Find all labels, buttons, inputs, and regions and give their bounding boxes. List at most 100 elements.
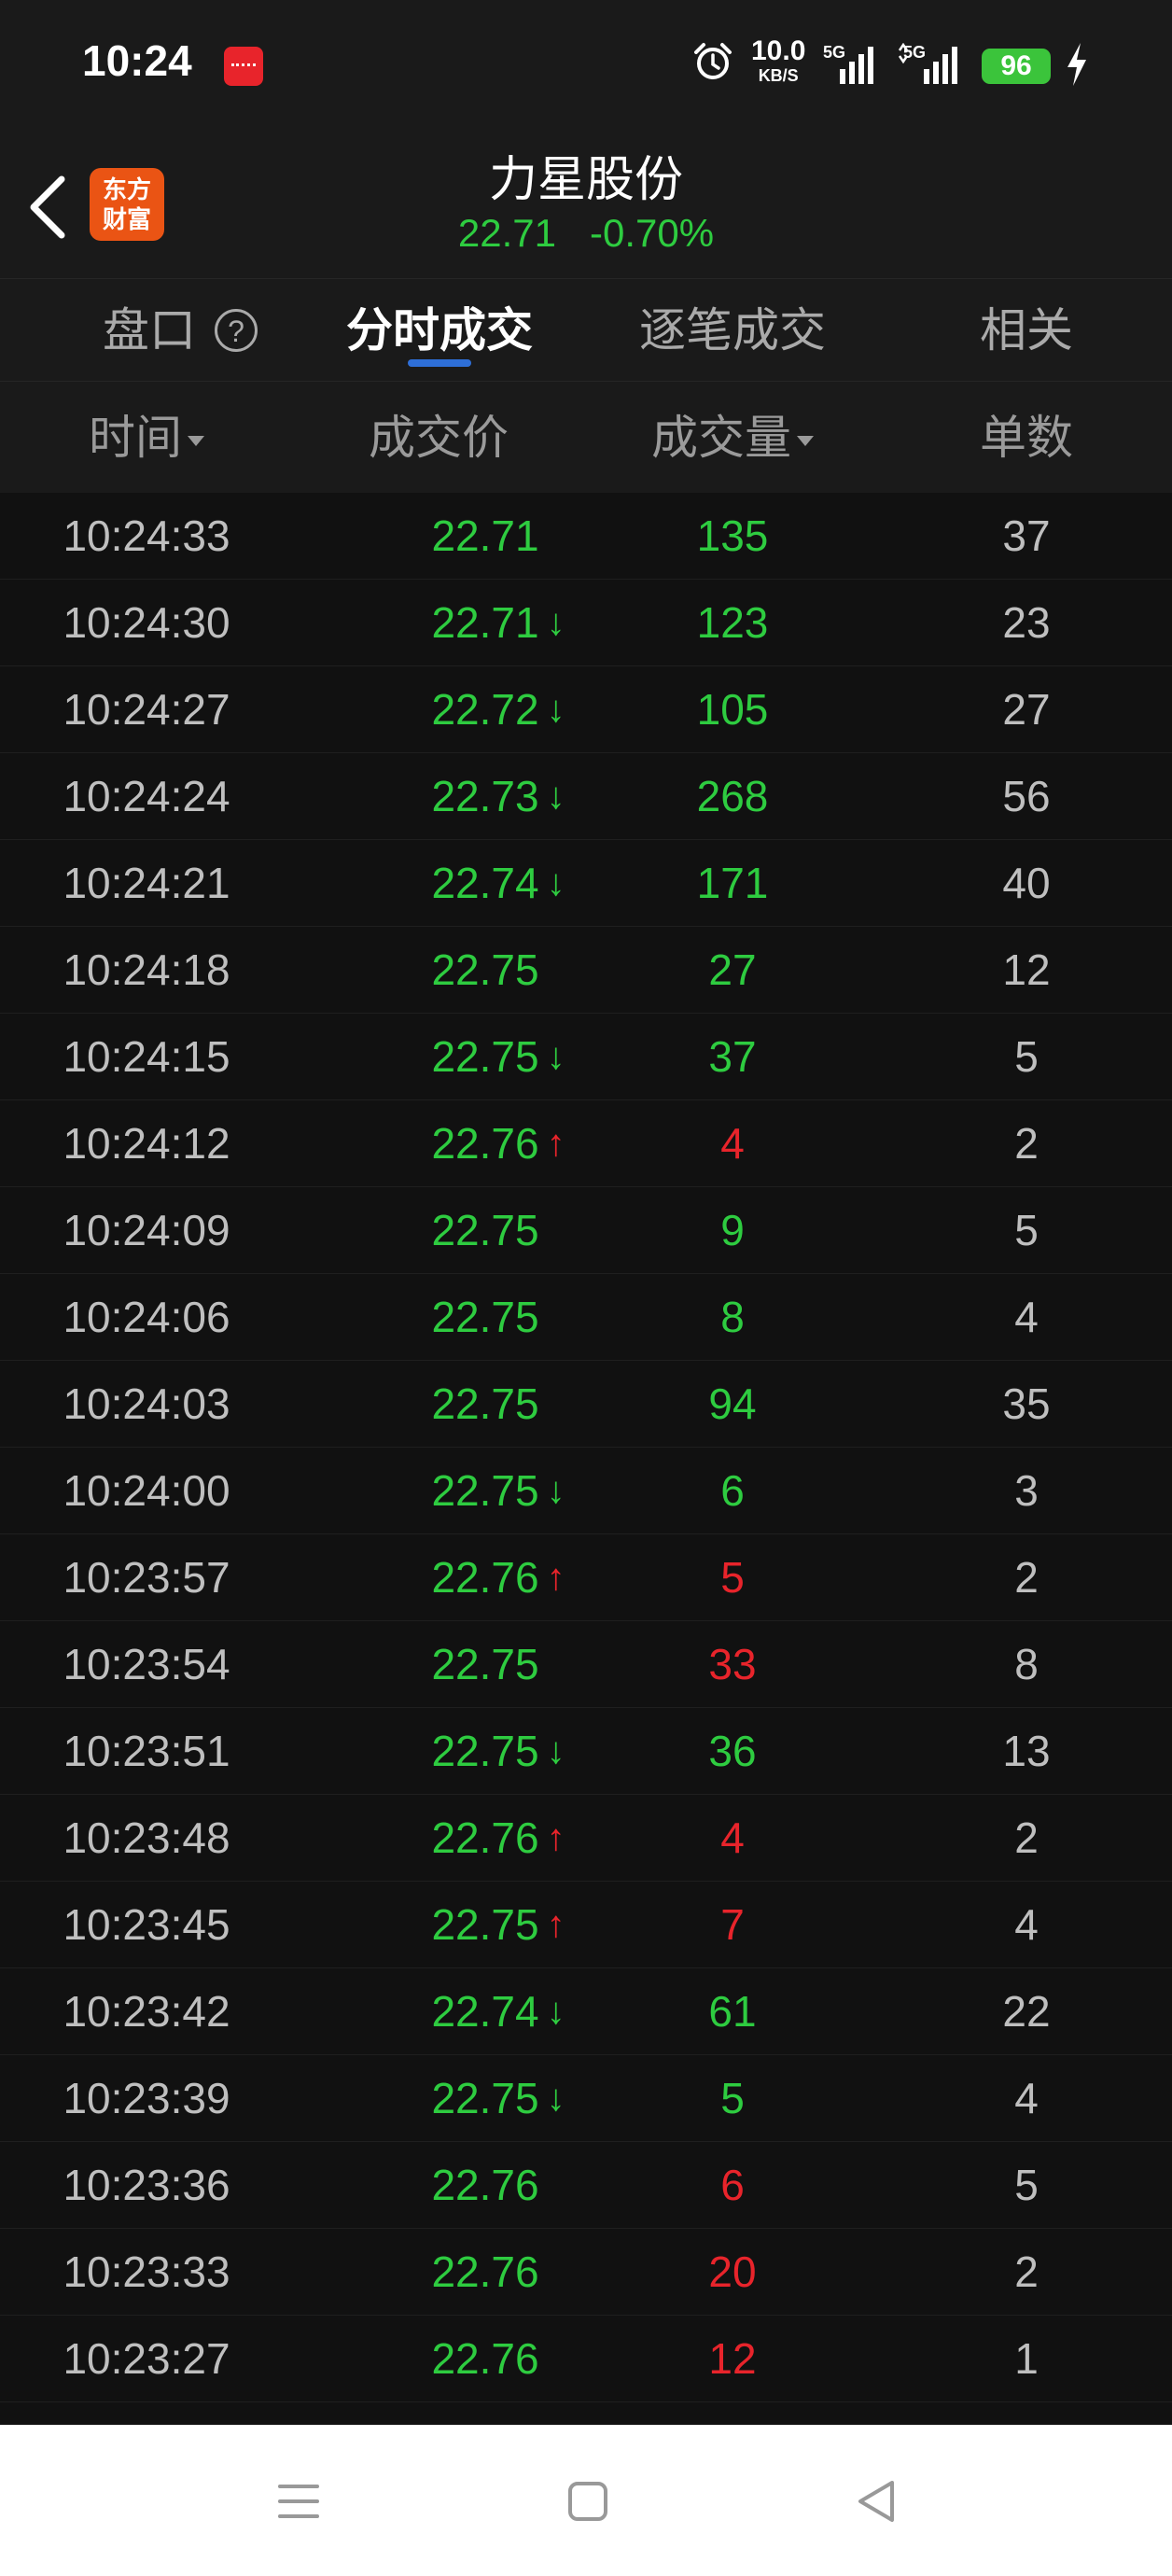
trade-row[interactable]: 10:24:06 22.75 8 4: [0, 1274, 1172, 1361]
trade-time: 10:23:33: [63, 2247, 230, 2296]
trade-row[interactable]: 10:23:54 22.75 33 8: [0, 1621, 1172, 1708]
trade-row[interactable]: 10:24:30 22.71 ↓ 123 23: [0, 580, 1172, 666]
tab-bar: 盘口 ? 分时成交 逐笔成交 相关: [0, 278, 1172, 382]
trade-count: 4: [1014, 2074, 1039, 2122]
trade-price: 22.75: [431, 1640, 539, 1688]
trade-row[interactable]: 10:23:33 22.76 20 2: [0, 2229, 1172, 2316]
tab-fenshi[interactable]: 分时成交: [332, 279, 547, 382]
column-volume-label: 成交量: [651, 412, 791, 464]
tab-related[interactable]: 相关: [961, 279, 1092, 382]
trade-time: 10:23:57: [63, 1553, 230, 1602]
back-triangle-icon[interactable]: [849, 2473, 905, 2529]
status-time: 10:24: [82, 36, 192, 85]
trade-price-cell: 22.75 ↓: [345, 2055, 625, 2141]
trade-count: 5: [1014, 2161, 1039, 2209]
table-header: 时间 成交价 成交量 单数: [0, 381, 1172, 494]
trade-row[interactable]: 10:24:12 22.76 ↑ 4 2: [0, 1100, 1172, 1187]
trade-row[interactable]: 10:24:15 22.75 ↓ 37 5: [0, 1014, 1172, 1100]
column-time-label: 时间: [89, 412, 182, 464]
trade-volume: 123: [696, 598, 769, 647]
trade-price: 22.75: [431, 1032, 539, 1081]
trade-time: 10:24:06: [63, 1293, 230, 1341]
tab-pankou[interactable]: 盘口: [93, 279, 205, 382]
help-icon[interactable]: ?: [215, 309, 258, 352]
trade-volume: 94: [708, 1379, 757, 1428]
trade-time: 10:23:54: [63, 1640, 230, 1688]
trade-row[interactable]: 10:23:42 22.74 ↓ 61 22: [0, 1968, 1172, 2055]
trade-price-cell: 22.75: [345, 1621, 625, 1707]
trade-list[interactable]: 10:24:33 22.71 135 37 10:24:30 22.71 ↓ 123 23 10:…: [0, 493, 1172, 2425]
trade-price: 22.73: [431, 772, 539, 820]
trade-row[interactable]: 10:24:24 22.73 ↓ 268 56: [0, 753, 1172, 840]
trade-price: 22.76: [431, 1119, 539, 1168]
trade-volume: 5: [720, 2074, 745, 2122]
tab-label: 分时成交: [346, 304, 533, 357]
trade-time: 10:24:27: [63, 685, 230, 734]
trade-volume: 20: [708, 2247, 757, 2296]
trade-row[interactable]: 10:24:27 22.72 ↓ 105 27: [0, 666, 1172, 753]
trade-row[interactable]: 10:23:51 22.75 ↓ 36 13: [0, 1708, 1172, 1795]
trade-row[interactable]: 10:23:57 22.76 ↑ 5 2: [0, 1534, 1172, 1621]
column-volume[interactable]: 成交量: [625, 382, 840, 494]
trade-volume: 171: [696, 859, 769, 907]
trade-time: 10:24:09: [63, 1206, 230, 1254]
trade-time: 10:23:24: [53, 2402, 240, 2425]
trade-row[interactable]: 10:23:39 22.75 ↓ 5 4: [0, 2055, 1172, 2142]
tab-zhubi[interactable]: 逐笔成交: [625, 279, 840, 382]
trade-row[interactable]: 10:24:00 22.75 ↓ 6 3: [0, 1448, 1172, 1534]
trade-volume: 33: [708, 1640, 757, 1688]
battery-icon: 96: [982, 49, 1051, 84]
trade-price: 22.76: [431, 2247, 539, 2296]
up-arrow-icon: ↑: [546, 1904, 565, 1945]
column-time[interactable]: 时间: [53, 382, 240, 494]
trade-volume: 12: [708, 2334, 757, 2383]
trade-row[interactable]: 10:24:09 22.75 9 5: [0, 1187, 1172, 1274]
trade-count: 4: [1014, 1900, 1039, 1949]
trade-price: 22.75: [431, 1466, 539, 1515]
trade-price-cell: 22.75: [345, 927, 625, 1013]
trade-row[interactable]: 10:24:03 22.75 94 35: [0, 1361, 1172, 1448]
trade-time: 10:24:18: [63, 945, 230, 994]
trade-row[interactable]: 10:23:48 22.76 ↑ 4 2: [0, 1795, 1172, 1882]
trade-volume: 7: [720, 1900, 745, 1949]
trade-count: 2: [1014, 1553, 1039, 1602]
down-arrow-icon: ↓: [546, 776, 565, 817]
trade-row[interactable]: 10:24:33 22.71 135 37: [0, 493, 1172, 580]
down-arrow-icon: ↓: [546, 1470, 565, 1511]
trade-row[interactable]: 10:23:36 22.76 6 5: [0, 2142, 1172, 2229]
trade-time: 10:23:48: [63, 1813, 230, 1862]
trade-row[interactable]: 10:23:27 22.76 12 1: [0, 2316, 1172, 2402]
trade-volume: 16: [635, 2402, 830, 2425]
trade-price-cell: 22.75 ↓: [345, 1014, 625, 1099]
trade-count: 23: [1002, 598, 1051, 647]
trade-price-cell: 22.76↑: [345, 1795, 625, 1881]
trade-count: 1: [1014, 2334, 1039, 2383]
charging-icon: [1067, 43, 1086, 86]
trade-row[interactable]: 10:24:21 22.74 ↓ 171 40: [0, 840, 1172, 927]
trade-row[interactable]: 10:24:18 22.75 27 12: [0, 927, 1172, 1014]
trade-volume: 6: [720, 2161, 745, 2209]
trade-row[interactable]: 10:23:45 22.75 ↑ 7 4: [0, 1882, 1172, 1968]
trade-price-cell: 22.74 ↓: [345, 840, 625, 926]
column-count-label: 单数: [980, 412, 1073, 464]
trade-volume: 27: [708, 945, 757, 994]
trade-price: 22.71: [431, 511, 539, 560]
trade-price: 22.76: [431, 1553, 539, 1602]
trade-price-cell: 22.75 ↓: [345, 1708, 625, 1794]
home-icon[interactable]: [560, 2473, 616, 2529]
trade-count: 12: [1002, 945, 1051, 994]
column-price: 成交价: [345, 382, 532, 494]
stock-name: 力星股份: [488, 153, 683, 207]
down-arrow-icon: ↓: [546, 602, 565, 643]
menu-icon[interactable]: [271, 2473, 327, 2529]
status-bar: 10:24 10.0 KB/S 5G 5G 96: [0, 0, 1172, 131]
trade-count: 37: [1002, 511, 1051, 560]
trade-volume: 105: [696, 685, 769, 734]
trade-price-cell: 22.75: [345, 1361, 625, 1447]
trade-price: 22.71: [431, 598, 539, 647]
trade-volume: 37: [708, 1032, 757, 1081]
trade-row[interactable]: 10:23:24 22.76↑ 16 2: [0, 2402, 1172, 2425]
stock-price: 22.71: [457, 211, 557, 255]
down-arrow-icon: ↓: [546, 1036, 565, 1077]
trade-price-cell: 22.74 ↓: [345, 1968, 625, 2054]
